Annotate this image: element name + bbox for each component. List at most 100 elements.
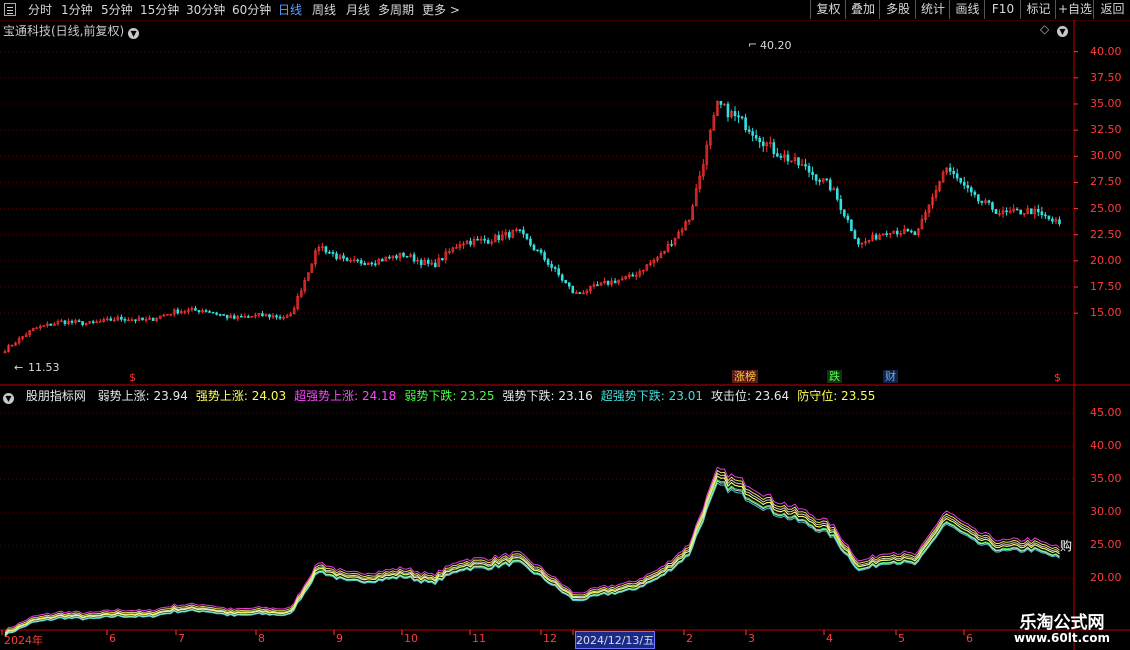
candle-body bbox=[874, 234, 878, 240]
indicator-legend-item: 超强势下跌: 23.01 bbox=[600, 389, 703, 403]
candle-body bbox=[331, 252, 335, 254]
indicator-legend-item: 攻击位: 23.64 bbox=[710, 389, 790, 403]
y-tick-label: 17.50 bbox=[1090, 280, 1122, 294]
candle-body bbox=[222, 314, 225, 316]
candle-body bbox=[419, 259, 423, 266]
candle-body bbox=[955, 173, 959, 179]
candle-body bbox=[959, 177, 963, 183]
candle-body bbox=[486, 240, 490, 244]
candle-body bbox=[804, 164, 807, 167]
candle-body bbox=[948, 167, 952, 172]
candle-body bbox=[275, 315, 278, 318]
low-arrow: ← bbox=[14, 361, 24, 374]
candle-body bbox=[497, 235, 501, 241]
candle-body bbox=[508, 232, 511, 238]
candle-body bbox=[239, 315, 243, 318]
candle-body bbox=[825, 178, 829, 181]
indicator-line bbox=[4, 466, 1060, 632]
candle-body bbox=[596, 284, 599, 287]
candle-body bbox=[373, 263, 377, 266]
candle-body bbox=[843, 209, 846, 217]
candle-body bbox=[412, 254, 416, 262]
candle-body bbox=[857, 238, 860, 245]
candle-body bbox=[835, 188, 839, 200]
indicator-legend-item: 强势上涨: 24.03 bbox=[195, 389, 287, 403]
candle-body bbox=[772, 142, 776, 154]
candle-body bbox=[567, 282, 571, 287]
annotation-finance[interactable]: 财 bbox=[883, 370, 898, 383]
chevron-down-icon[interactable]: ▼ bbox=[3, 393, 14, 404]
candle-body bbox=[218, 314, 222, 316]
watermark-url: www.60lt.com bbox=[1013, 631, 1111, 645]
candle-body bbox=[356, 259, 359, 262]
buy-signal: 购 bbox=[1060, 539, 1073, 553]
y-tick-label: 20.00 bbox=[1090, 253, 1122, 267]
date-label: 4 bbox=[826, 632, 833, 645]
y-tick-label: 35.00 bbox=[1090, 472, 1122, 486]
candle-body bbox=[1047, 215, 1051, 220]
candle-body bbox=[381, 259, 384, 262]
candle-body bbox=[388, 256, 391, 259]
candle-body bbox=[828, 179, 832, 191]
candle-body bbox=[779, 155, 783, 158]
candle-body bbox=[786, 154, 790, 162]
candle-body bbox=[754, 135, 758, 139]
date-label: 2024/12/13/五 bbox=[575, 631, 656, 649]
date-label: 9 bbox=[336, 632, 343, 645]
candle-body bbox=[469, 240, 472, 245]
candle-body bbox=[120, 316, 123, 320]
candle-body bbox=[123, 319, 127, 321]
price-chart[interactable] bbox=[0, 0, 1130, 650]
y-tick-label: 25.00 bbox=[1090, 538, 1122, 552]
candle-body bbox=[261, 313, 264, 317]
candle-body bbox=[970, 187, 973, 193]
candle-body bbox=[232, 315, 236, 319]
candle-body bbox=[525, 233, 529, 240]
candle-body bbox=[1015, 208, 1019, 211]
indicator-line bbox=[4, 469, 1060, 634]
candle-body bbox=[70, 320, 74, 323]
candle-body bbox=[204, 310, 208, 312]
candle-body bbox=[550, 264, 553, 268]
y-tick-label: 15.00 bbox=[1090, 306, 1122, 320]
candle-body bbox=[194, 308, 197, 311]
indicator-legend-item: 强势下跌: 23.16 bbox=[502, 389, 593, 403]
candle-body bbox=[962, 182, 966, 186]
date-label: 2024年 bbox=[4, 634, 43, 647]
y-tick-label: 40.00 bbox=[1090, 44, 1122, 58]
indicator-legend-item: 超强势上涨: 24.18 bbox=[294, 389, 397, 403]
candle-body bbox=[1040, 211, 1044, 216]
date-label: 3 bbox=[748, 632, 755, 645]
high-arrow: ⌐ bbox=[748, 38, 758, 51]
candle-body bbox=[402, 252, 405, 257]
candle-body bbox=[109, 318, 113, 321]
candle-body bbox=[529, 238, 532, 246]
dividend-marker[interactable]: $ bbox=[1052, 371, 1063, 384]
candle-body bbox=[211, 311, 215, 314]
candle-body bbox=[733, 111, 737, 117]
candle-body bbox=[991, 202, 994, 210]
y-tick-label: 25.00 bbox=[1090, 201, 1122, 215]
candle-body bbox=[913, 231, 917, 236]
candle-body bbox=[1005, 210, 1008, 213]
candle-body bbox=[225, 314, 229, 319]
candle-body bbox=[987, 200, 991, 203]
dividend-marker[interactable]: $ bbox=[127, 371, 138, 384]
candle-body bbox=[850, 219, 853, 231]
annotation-fall[interactable]: 跌 bbox=[827, 370, 842, 383]
candle-body bbox=[345, 257, 349, 261]
candle-body bbox=[268, 314, 271, 318]
candle-body bbox=[433, 262, 437, 267]
indicator-legend-item: 弱势下跌: 23.25 bbox=[404, 389, 495, 403]
candle-body bbox=[1037, 208, 1040, 213]
candle-body bbox=[77, 320, 81, 322]
candle-body bbox=[994, 209, 998, 214]
indicator-legend-item: 防守位: 23.55 bbox=[797, 389, 876, 403]
candle-body bbox=[737, 115, 740, 118]
candle-body bbox=[518, 229, 522, 231]
candle-body bbox=[751, 131, 754, 136]
date-label: 7 bbox=[178, 632, 185, 645]
candle-body bbox=[247, 316, 250, 318]
y-tick-label: 35.00 bbox=[1090, 96, 1122, 110]
annotation-limit-up[interactable]: 涨榜 bbox=[732, 370, 758, 383]
